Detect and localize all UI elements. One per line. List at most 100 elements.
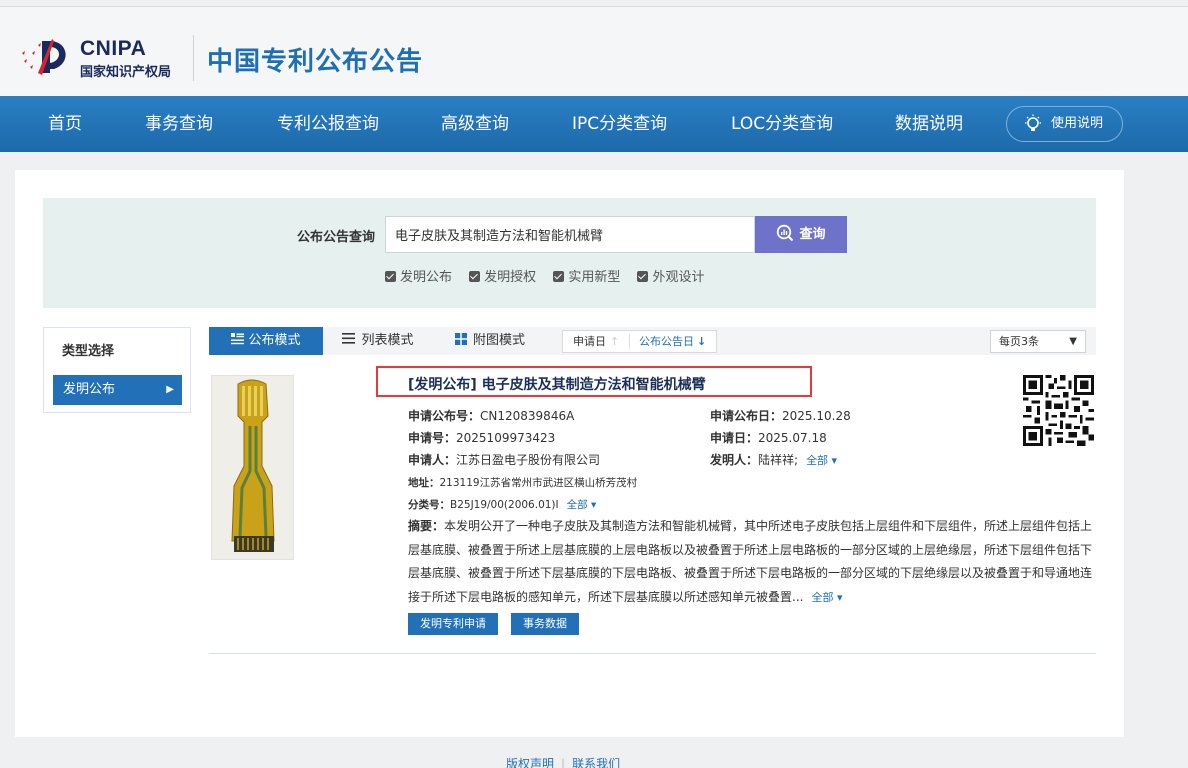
publication-date: 申请公布日：2025.10.28 — [710, 407, 851, 424]
invention-application-button[interactable]: 发明专利申请 — [408, 613, 498, 635]
chevron-down-icon: ▼ — [1069, 336, 1077, 347]
inventor-expand-link[interactable]: 全部 ▾ — [806, 454, 837, 467]
field-value: B25J19/00(2006.01)I — [450, 499, 559, 511]
transaction-data-button[interactable]: 事务数据 — [511, 613, 579, 635]
classification-expand-link[interactable]: 全部 ▾ — [567, 499, 597, 511]
patent-drawing-thumbnail[interactable] — [211, 375, 294, 560]
per-page-select[interactable]: 每页3条 ▼ — [990, 330, 1086, 353]
search-panel: 公布公告查询 查询 发明公布 发明授权 实用新型 外观设计 — [43, 198, 1096, 308]
abstract: 摘要：本发明公开了一种电子皮肤及其制造方法和智能机械臂，其中所述电子皮肤包括上层… — [408, 515, 1100, 609]
tab-publication-mode[interactable]: 公布模式 — [209, 327, 323, 355]
sidebar-title: 类型选择 — [62, 344, 115, 359]
checkbox-invention-publication[interactable]: 发明公布 — [385, 266, 452, 285]
view-mode-bar: 公布模式 列表模式 附图模式 申请日 ↑ 公布公告日 ↓ 每页3条 ▼ — [209, 327, 1096, 355]
header-divider — [193, 35, 194, 81]
checkbox-checked-icon — [385, 271, 396, 282]
search-icon — [777, 224, 794, 242]
field-label: 申请人： — [408, 453, 457, 467]
field-value: 2025.07.18 — [758, 431, 827, 445]
nav-gazette-query[interactable]: 专利公报查询 — [277, 96, 379, 152]
sort-by-publication-date[interactable]: 公布公告日 ↓ — [639, 331, 706, 352]
field-value: 江苏日盈电子股份有限公司 — [456, 453, 601, 467]
checkbox-checked-icon — [553, 271, 565, 282]
cnipa-logo-icon — [22, 39, 66, 75]
field-label: 分类号： — [408, 499, 450, 511]
abstract-expand-link[interactable]: 全部 ▾ — [811, 591, 842, 604]
checkbox-label: 实用新型 — [568, 270, 621, 285]
field-value: CN120839846A — [480, 409, 575, 423]
qr-code-icon — [1023, 375, 1094, 446]
lightbulb-icon — [1025, 114, 1041, 131]
grid-icon — [454, 333, 467, 345]
site-title[interactable]: 中国专利公布公告 — [207, 41, 423, 78]
type-checkboxes: 发明公布 发明授权 实用新型 外观设计 — [385, 266, 717, 285]
sort-by-application-date[interactable]: 申请日 ↑ — [573, 331, 619, 352]
nav-ipc-query[interactable]: IPC分类查询 — [572, 96, 667, 152]
field-label: 摘要： — [408, 519, 445, 533]
abstract-text: 本发明公开了一种电子皮肤及其制造方法和智能机械臂，其中所述电子皮肤包括上层组件和… — [408, 519, 1093, 604]
sort-divider — [629, 334, 630, 349]
contact-link[interactable]: 联系我们 — [572, 757, 620, 768]
tab-list-mode[interactable]: 列表模式 — [323, 327, 433, 355]
search-input[interactable] — [385, 216, 755, 253]
inventor: 发明人：陆祥祥; 全部 ▾ — [710, 451, 837, 468]
checkbox-utility-model[interactable]: 实用新型 — [553, 266, 620, 285]
logo-text: CNIPA — [80, 37, 147, 60]
tab-label: 公布模式 — [248, 333, 301, 348]
field-value: 2025.10.28 — [782, 409, 851, 423]
main-nav: 首页 事务查询 专利公报查询 高级查询 IPC分类查询 LOC分类查询 数据说明… — [0, 96, 1188, 152]
nav-loc-query[interactable]: LOC分类查询 — [731, 96, 833, 152]
copyright-link[interactable]: 版权声明 — [506, 757, 554, 768]
sort-controls: 申请日 ↑ 公布公告日 ↓ — [562, 330, 717, 353]
list-detail-icon — [231, 333, 245, 345]
checkbox-invention-grant[interactable]: 发明授权 — [469, 266, 536, 285]
arrow-up-icon: ↑ — [610, 335, 620, 348]
checkbox-design[interactable]: 外观设计 — [637, 266, 704, 285]
expand-label: 全部 — [566, 499, 588, 511]
search-button-label: 查询 — [799, 227, 826, 242]
flexible-circuit-image — [212, 376, 293, 559]
sidebar-item-label: 发明公布 — [63, 382, 116, 397]
tab-label: 附图模式 — [472, 333, 525, 348]
help-label: 使用说明 — [1051, 116, 1104, 131]
nav-home[interactable]: 首页 — [48, 96, 82, 152]
field-value: 2025109973423 — [456, 431, 556, 445]
checkbox-label: 发明授权 — [484, 270, 537, 285]
field-label: 申请日： — [710, 431, 759, 445]
publication-number: 申请公布号：CN120839846A — [408, 407, 574, 424]
field-label: 申请公布日： — [710, 409, 783, 423]
field-label: 申请号： — [408, 431, 457, 445]
classification: 分类号：B25J19/00(2006.01)I 全部 ▾ — [408, 497, 596, 512]
field-value: 陆祥祥; — [758, 453, 799, 467]
checkbox-checked-icon — [637, 271, 649, 282]
application-number: 申请号：2025109973423 — [408, 429, 555, 446]
nav-advanced-query[interactable]: 高级查询 — [441, 96, 509, 152]
checkbox-label: 外观设计 — [652, 270, 705, 285]
checkbox-label: 发明公布 — [400, 270, 453, 285]
tab-drawing-mode[interactable]: 附图模式 — [433, 327, 547, 355]
sort-label: 公布公告日 — [639, 335, 694, 348]
tab-label: 列表模式 — [361, 333, 414, 348]
type-sidebar: 类型选择 发明公布 ▶ — [43, 327, 191, 413]
per-page-value: 每页3条 — [999, 335, 1039, 348]
field-label: 申请公布号： — [408, 409, 481, 423]
arrow-down-icon: ↓ — [697, 335, 707, 348]
applicant: 申请人：江苏日盈电子股份有限公司 — [408, 451, 600, 468]
chevron-right-icon: ▶ — [166, 384, 174, 395]
help-button[interactable]: 使用说明 — [1006, 106, 1123, 142]
logo-subtitle: 国家知识产权局 — [80, 65, 172, 80]
result-title[interactable]: [发明公布] 电子皮肤及其制造方法和智能机械臂 — [408, 374, 706, 394]
expand-label: 全部 — [811, 590, 834, 604]
footer: 版权声明 | 联系我们 — [506, 755, 620, 768]
result-divider — [209, 653, 1096, 654]
footer-separator: | — [561, 757, 566, 768]
nav-data-description[interactable]: 数据说明 — [895, 96, 963, 152]
field-label: 地址： — [408, 477, 440, 489]
field-label: 发明人： — [710, 453, 759, 467]
sidebar-item-invention-publication[interactable]: 发明公布 ▶ — [53, 375, 182, 405]
address: 地址：213119江苏省常州市武进区横山桥芳茂村 — [408, 475, 637, 490]
nav-affairs-query[interactable]: 事务查询 — [145, 96, 213, 152]
list-icon — [342, 333, 356, 344]
search-button[interactable]: 查询 — [755, 216, 847, 253]
search-label: 公布公告查询 — [297, 230, 376, 245]
